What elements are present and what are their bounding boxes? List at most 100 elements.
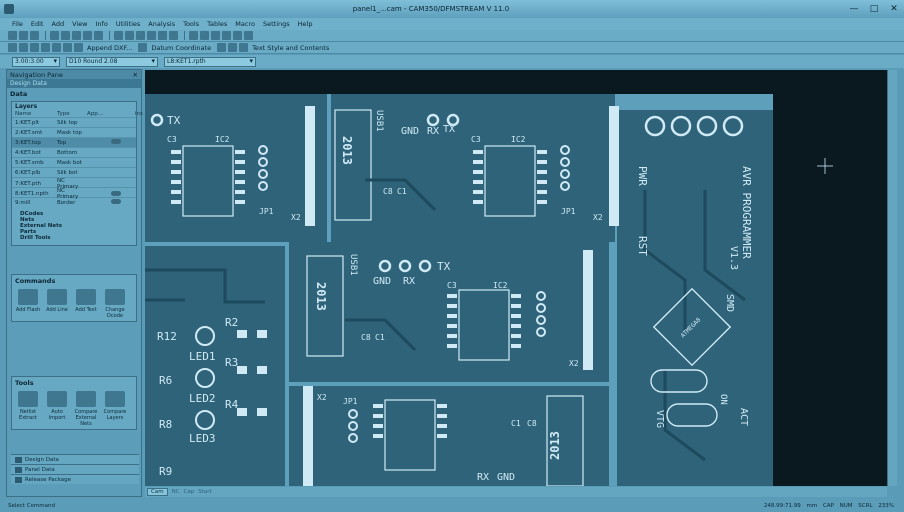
layer-appearance[interactable] <box>87 199 135 206</box>
layer-select[interactable]: L8:KET1.rpth <box>164 56 256 67</box>
delete-icon[interactable] <box>30 43 39 52</box>
tab-release-package[interactable]: Release Package <box>11 474 139 484</box>
layer-row[interactable]: 7:KET.pth NC Primary <box>12 177 136 190</box>
layer-name: 2:KET.smt <box>15 129 43 136</box>
undo-icon[interactable] <box>50 31 59 40</box>
redraw-icon[interactable] <box>169 31 178 40</box>
zoom-window-icon[interactable] <box>147 31 156 40</box>
col-app[interactable]: App... <box>87 111 135 117</box>
layer-row[interactable]: 2:KET.smt Mask top <box>12 127 136 137</box>
dcode-select[interactable]: D10 Round 2.08 <box>66 56 158 67</box>
layer-color-swatch[interactable] <box>111 190 121 196</box>
add-text-button[interactable]: Add Text <box>72 289 100 319</box>
layer-appearance[interactable] <box>87 190 135 198</box>
menu-file[interactable]: File <box>12 20 23 28</box>
netlist-extract-button[interactable]: Netlist Extract <box>14 391 42 427</box>
tab-cam[interactable]: Cam <box>147 488 168 496</box>
vertical-scrollbar[interactable] <box>887 70 897 486</box>
rotate-icon[interactable] <box>52 43 61 52</box>
label-x2: X2 <box>291 213 301 222</box>
tab-nc[interactable]: NC <box>172 489 180 495</box>
tab-panel-data[interactable]: Panel Data <box>11 464 139 474</box>
text-contents-icon[interactable] <box>239 43 249 52</box>
save-icon[interactable] <box>30 31 39 40</box>
nav-tab-design-data[interactable]: Design Data <box>7 79 141 88</box>
new-file-icon[interactable] <box>8 31 17 40</box>
text-style-button[interactable]: Text Style and Contents <box>252 44 329 52</box>
nav-close-icon[interactable]: ✕ <box>133 71 138 79</box>
menu-tables[interactable]: Tables <box>207 20 227 28</box>
zoom-in-icon[interactable] <box>114 31 123 40</box>
close-button[interactable]: ✕ <box>884 2 904 16</box>
menu-tools[interactable]: Tools <box>183 20 199 28</box>
menu-settings[interactable]: Settings <box>263 20 290 28</box>
layer-color-swatch[interactable] <box>111 139 121 144</box>
layer-name: 8:KET1.npth <box>15 191 49 197</box>
window-title: panel1_...cam - CAM350/DFMSTREAM V 11.0 <box>352 5 510 13</box>
layer-icon[interactable] <box>200 31 209 40</box>
auto-import-button[interactable]: Auto Import <box>43 391 71 427</box>
pan-icon[interactable] <box>158 31 167 40</box>
layers-header[interactable]: Layers <box>12 102 136 111</box>
query-icon[interactable] <box>222 31 231 40</box>
measure-icon[interactable] <box>211 31 220 40</box>
menu-info[interactable]: Info <box>96 20 108 28</box>
compare-external-nets-button[interactable]: Compare External Nets <box>72 391 100 427</box>
auto-import-label: Auto Import <box>48 409 66 421</box>
change-dcode-button[interactable]: Change Dcode <box>101 289 129 319</box>
grid-select[interactable]: 3.00:3.00 <box>12 56 60 67</box>
layer-appearance[interactable] <box>87 139 135 146</box>
layer-row[interactable]: 5:KET.smb Mask bot <box>12 157 136 167</box>
menu-view[interactable]: View <box>72 20 87 28</box>
add-flash-button[interactable]: Add Flash <box>14 289 42 319</box>
copy-icon[interactable] <box>83 31 92 40</box>
layer-row[interactable]: 3:KET.top Top <box>12 137 136 147</box>
settings-icon[interactable] <box>244 31 253 40</box>
tab-cap[interactable]: Cap <box>184 489 195 495</box>
col-name[interactable]: Name <box>15 111 57 117</box>
minimize-button[interactable]: — <box>844 2 864 16</box>
tools-row: Netlist Extract Auto Import Compare Exte… <box>12 389 136 429</box>
zoom-all-icon[interactable] <box>136 31 145 40</box>
nav-pane-title: Navigation Pane <box>10 70 63 79</box>
layer-row[interactable]: 1:KET.plt Silk top <box>12 117 136 127</box>
add-line-button[interactable]: Add Line <box>43 289 71 319</box>
datum-coordinate-button[interactable]: Datum Coordinate <box>151 44 211 52</box>
datum-icon[interactable] <box>138 43 148 52</box>
paste-icon[interactable] <box>94 31 103 40</box>
menu-edit[interactable]: Edit <box>31 20 44 28</box>
layer-color-swatch[interactable] <box>111 199 121 204</box>
move-icon[interactable] <box>8 43 17 52</box>
layer-row[interactable]: 6:KET.plb Silk bot <box>12 167 136 177</box>
menu-macro[interactable]: Macro <box>235 20 255 28</box>
tab-start[interactable]: Start <box>198 489 211 495</box>
text-style-icon[interactable] <box>228 43 238 52</box>
tab-design-data[interactable]: Design Data <box>11 454 139 464</box>
col-type[interactable]: Type <box>57 111 87 117</box>
label-rx: RX <box>477 472 489 483</box>
commands-title: Commands <box>15 277 56 285</box>
append-dxf-button[interactable]: Append DXF... <box>87 44 132 52</box>
grid-icon[interactable] <box>189 31 198 40</box>
cad-canvas[interactable]: TX TX RX TX RX GND RX GND GND R12 R6 R8 … <box>145 70 887 486</box>
maximize-button[interactable]: □ <box>864 2 884 16</box>
scale-icon[interactable] <box>63 43 72 52</box>
layer-row[interactable]: 4:KET.bot Bottom <box>12 147 136 157</box>
zoom-out-icon[interactable] <box>125 31 134 40</box>
open-file-icon[interactable] <box>19 31 28 40</box>
menu-add[interactable]: Add <box>51 20 64 28</box>
mirror-icon[interactable] <box>41 43 50 52</box>
menu-analysis[interactable]: Analysis <box>148 20 175 28</box>
menu-utilities[interactable]: Utilities <box>116 20 140 28</box>
layer-row[interactable]: 8:KET1.npth NC Primary <box>12 187 136 200</box>
text-icon[interactable] <box>217 43 227 52</box>
menu-help[interactable]: Help <box>298 20 313 28</box>
redo-icon[interactable] <box>61 31 70 40</box>
select-icon[interactable] <box>233 31 242 40</box>
compare-layers-button[interactable]: Compare Layers <box>101 391 129 427</box>
copy-icon[interactable] <box>19 43 28 52</box>
cut-icon[interactable] <box>72 31 81 40</box>
append-dxf-icon[interactable] <box>74 43 83 52</box>
selection-bar: 3.00:3.00 D10 Round 2.08 L8:KET1.rpth <box>0 55 904 68</box>
layer-type: Top <box>57 139 67 146</box>
